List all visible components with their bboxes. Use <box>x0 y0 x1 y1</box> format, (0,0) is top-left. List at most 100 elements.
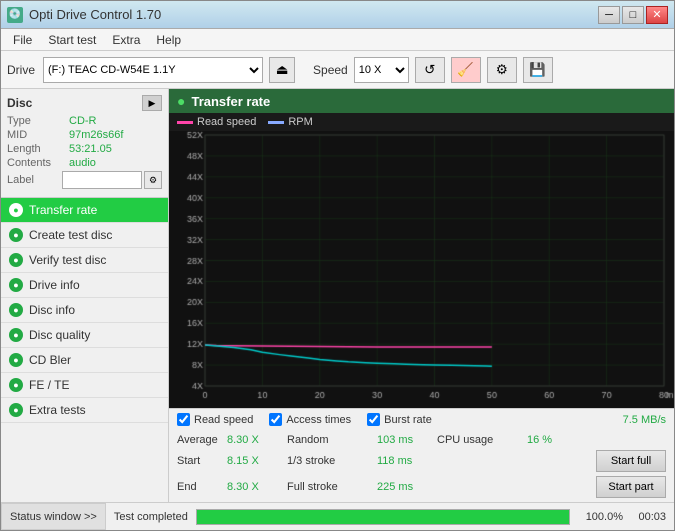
average-label: Average <box>177 434 217 446</box>
content-panel: ● Transfer rate Read speed RPM <box>169 89 674 502</box>
one-third-val: 118 ms <box>377 455 427 467</box>
chart-header: ● Transfer rate <box>169 89 674 113</box>
random-val: 103 ms <box>377 434 427 446</box>
cpu-usage-val: 16 % <box>527 434 577 446</box>
close-button[interactable]: ✕ <box>646 6 668 24</box>
end-val: 8.30 X <box>227 481 277 493</box>
menu-file[interactable]: File <box>5 31 40 49</box>
nav-cd-bler-label: CD Bler <box>29 353 71 367</box>
nav-cd-bler[interactable]: ● CD Bler <box>1 348 168 373</box>
app-title: Opti Drive Control 1.70 <box>29 7 161 22</box>
menu-extra[interactable]: Extra <box>104 31 148 49</box>
progress-container: Test completed 100.0% 00:03 <box>106 503 674 530</box>
nav-transfer-rate[interactable]: ● Transfer rate <box>1 198 168 223</box>
nav-disc-info[interactable]: ● Disc info <box>1 298 168 323</box>
checkbox-row: Read speed Access times Burst rate 7.5 M… <box>169 408 674 430</box>
save-icon: 💾 <box>529 62 546 78</box>
start-full-button[interactable]: Start full <box>596 450 666 472</box>
access-times-checkbox[interactable] <box>269 413 282 426</box>
full-stroke-val: 225 ms <box>377 481 427 493</box>
chart-title: Transfer rate <box>191 94 270 109</box>
menu-bar: File Start test Extra Help <box>1 29 674 51</box>
nav-create-test-disc[interactable]: ● Create test disc <box>1 223 168 248</box>
burst-rate-checkbox-label[interactable]: Burst rate <box>367 413 432 426</box>
gear-icon: ⚙ <box>496 62 508 78</box>
toolbar: Drive (F:) TEAC CD-W54E 1.1Y ⏏ Speed 10 … <box>1 51 674 89</box>
stat-row-start: Start 8.15 X 1/3 stroke 118 ms Start ful… <box>177 448 666 474</box>
legend-read-speed: Read speed <box>177 116 256 128</box>
chart-legend: Read speed RPM <box>169 113 674 131</box>
disc-arrow-button[interactable]: ▶ <box>142 95 162 111</box>
status-window-button[interactable]: Status window >> <box>1 503 106 530</box>
maximize-button[interactable]: □ <box>622 6 644 24</box>
eraser-icon: 🧹 <box>457 62 474 78</box>
legend-rpm: RPM <box>268 116 312 128</box>
nav-transfer-rate-label: Transfer rate <box>29 203 97 217</box>
menu-help[interactable]: Help <box>148 31 189 49</box>
nav-list: ● Transfer rate ● Create test disc ● Ver… <box>1 198 168 423</box>
nav-extra-tests-label: Extra tests <box>29 403 86 417</box>
minimize-button[interactable]: ─ <box>598 6 620 24</box>
fe-te-icon: ● <box>9 378 23 392</box>
extra-tests-icon: ● <box>9 403 23 417</box>
drive-select[interactable]: (F:) TEAC CD-W54E 1.1Y <box>43 57 263 83</box>
random-label: Random <box>287 434 367 446</box>
nav-disc-quality[interactable]: ● Disc quality <box>1 323 168 348</box>
legend-rpm-label: RPM <box>288 116 312 128</box>
chart-header-icon: ● <box>177 93 185 109</box>
status-text: Test completed <box>114 511 188 523</box>
type-key: Type <box>7 115 69 127</box>
access-times-checkbox-label[interactable]: Access times <box>269 413 351 426</box>
label-key: Label <box>7 174 62 186</box>
read-speed-checkbox-label[interactable]: Read speed <box>177 413 253 426</box>
nav-create-test-disc-label: Create test disc <box>29 228 112 242</box>
stats-area: Average 8.30 X Random 103 ms CPU usage 1… <box>169 430 674 502</box>
contents-key: Contents <box>7 157 69 169</box>
nav-extra-tests[interactable]: ● Extra tests <box>1 398 168 423</box>
verify-test-disc-icon: ● <box>9 253 23 267</box>
stat-row-end: End 8.30 X Full stroke 225 ms Start part <box>177 474 666 500</box>
label-input[interactable] <box>62 171 142 189</box>
eject-button[interactable]: ⏏ <box>269 57 295 83</box>
speed-select[interactable]: 10 XMax1 X2 X4 X8 X16 X24 X32 X40 X48 X5… <box>354 57 409 83</box>
one-third-label: 1/3 stroke <box>287 455 367 467</box>
nav-verify-test-disc-label: Verify test disc <box>29 253 106 267</box>
transfer-rate-chart <box>169 131 674 408</box>
nav-verify-test-disc[interactable]: ● Verify test disc <box>1 248 168 273</box>
menu-start-test[interactable]: Start test <box>40 31 104 49</box>
settings-icon: ⚙ <box>149 175 157 186</box>
nav-drive-info[interactable]: ● Drive info <box>1 273 168 298</box>
options-button[interactable]: ⚙ <box>487 57 517 83</box>
mid-val: 97m26s66f <box>69 129 123 141</box>
start-val: 8.15 X <box>227 455 277 467</box>
nav-disc-quality-label: Disc quality <box>29 328 90 342</box>
contents-val: audio <box>69 157 96 169</box>
refresh-button[interactable]: ↺ <box>415 57 445 83</box>
window-controls: ─ □ ✕ <box>598 6 668 24</box>
progress-time: 00:03 <box>631 511 666 523</box>
read-speed-checkbox[interactable] <box>177 413 190 426</box>
start-label: Start <box>177 455 217 467</box>
clear-button[interactable]: 🧹 <box>451 57 481 83</box>
burst-rate-checkbox[interactable] <box>367 413 380 426</box>
disc-section-title: Disc <box>7 96 32 110</box>
nav-fe-te[interactable]: ● FE / TE <box>1 373 168 398</box>
burst-rate-value: 7.5 MB/s <box>623 414 666 426</box>
drive-label: Drive <box>7 63 35 77</box>
progress-bar <box>196 509 570 525</box>
eject-icon: ⏏ <box>276 62 289 78</box>
start-part-button[interactable]: Start part <box>596 476 666 498</box>
label-settings-button[interactable]: ⚙ <box>144 171 162 189</box>
read-speed-checkbox-text: Read speed <box>194 414 253 426</box>
nav-fe-te-label: FE / TE <box>29 378 69 392</box>
access-times-checkbox-text: Access times <box>286 414 351 426</box>
nav-drive-info-label: Drive info <box>29 278 80 292</box>
average-val: 8.30 X <box>227 434 277 446</box>
refresh-icon: ↺ <box>424 62 435 78</box>
save-button[interactable]: 💾 <box>523 57 553 83</box>
status-bar: Status window >> Test completed 100.0% 0… <box>1 502 674 530</box>
chart-area <box>169 131 674 408</box>
length-key: Length <box>7 143 69 155</box>
disc-info-icon: ● <box>9 303 23 317</box>
full-stroke-label: Full stroke <box>287 481 367 493</box>
